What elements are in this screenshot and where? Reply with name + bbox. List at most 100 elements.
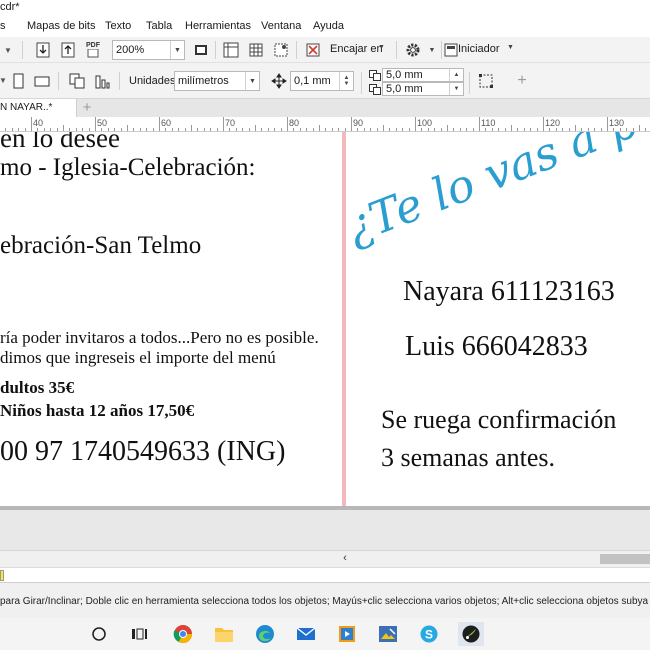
add-icon[interactable]: + [513,71,531,91]
chrome-icon[interactable] [170,622,196,646]
zoom-level-combo[interactable]: 200% ▼ [112,40,185,60]
ruler-tick [453,128,454,131]
menu-bitmaps[interactable]: Mapas de bits [27,20,95,32]
menu-help[interactable]: Ayuda [313,20,344,32]
menu-text[interactable]: Texto [105,20,131,32]
photo-app-icon[interactable] [375,622,401,646]
skype-icon[interactable]: S [416,622,442,646]
launcher-dropdown[interactable]: Iniciador ▼ [438,40,518,60]
snap-off-button[interactable] [303,40,323,60]
ruler-tick [18,128,19,131]
menu-tools[interactable]: Herramientas [185,20,251,32]
ruler-tick [281,128,282,131]
chevron-down-icon: ▼ [245,72,259,90]
ruler-tick [357,128,358,131]
contact-luis[interactable]: Luis 666042833 [405,331,588,363]
duplicate-distance-y-field[interactable]: 5,0 mm ▼ [382,82,464,96]
ruler-tick [409,128,410,131]
import-button[interactable] [33,40,53,60]
left-text-line-8[interactable]: 00 97 1740549633 (ING) [0,436,285,468]
gear-icon [406,43,420,57]
show-rulers-button[interactable] [221,40,241,60]
horizontal-scrollbar[interactable]: ‹ [0,550,650,567]
portrait-button[interactable] [8,71,28,91]
file-explorer-icon[interactable] [211,622,237,646]
ruler-tick [89,128,90,131]
spinner-icon[interactable]: ▲ [449,69,463,81]
nudge-distance-field[interactable]: 0,1 mm ▲ ▼ [290,71,354,91]
treat-as-filled-button[interactable] [476,71,496,91]
ruler-tick [396,128,397,131]
ruler-tick [633,128,634,131]
left-text-line-2[interactable]: mo - Iglesia-Celebración: [0,154,255,182]
drawing-canvas[interactable]: en lo desee mo - Iglesia-Celebración: eb… [0,132,650,510]
search-circle-icon[interactable] [86,622,112,646]
color-swatch[interactable] [0,570,4,581]
ruler-tick [389,128,390,131]
dropdown-arrow-icon[interactable]: ▼ [0,71,7,89]
ruler-tick [82,128,83,131]
spinner-icon[interactable]: ▲ ▼ [339,72,353,90]
ruler-tick [268,128,269,131]
landscape-button[interactable] [32,71,52,91]
left-text-line-7[interactable]: Niños hasta 12 años 17,50€ [0,401,194,421]
ruler-label: 110 [481,118,496,128]
media-player-icon[interactable] [334,622,360,646]
mail-icon[interactable] [293,622,319,646]
ruler-tick [364,128,365,131]
task-view-icon[interactable] [126,622,152,646]
ruler-tick [197,128,198,131]
show-guidelines-button[interactable] [271,40,291,60]
ruler-tick [415,117,416,131]
all-pages-button[interactable] [67,71,87,91]
property-bar: ▼ Unidades: milímetros ▼ 0,1 mm ▲ ▼ 5,0 m… [0,63,650,99]
current-page-icon [95,75,110,89]
document-tab-bar: N NAYAR..* + [0,99,650,117]
confirmation-note-line-1[interactable]: Se ruega confirmación [381,405,616,435]
title-bar: cdr* [0,0,650,17]
left-text-line-1[interactable]: en lo desee [0,132,120,154]
publish-pdf-button[interactable]: PDF [82,40,104,60]
menu-table[interactable]: Tabla [146,20,172,32]
left-text-line-6[interactable]: dultos 35€ [0,378,74,398]
confirmation-note-line-2[interactable]: 3 semanas antes. [381,443,555,473]
ruler-label: 40 [33,118,44,128]
document-tab[interactable]: N NAYAR..* [0,99,77,117]
desktop-area[interactable] [0,510,650,550]
menu-item-partial[interactable]: s [0,20,6,32]
full-screen-button[interactable] [191,40,211,60]
dropdown-arrow-icon[interactable]: ▼ [0,41,16,59]
left-text-line-5[interactable]: dimos que ingreseis el importe del menú [0,348,276,368]
ruler-tick [25,128,26,131]
pdf-label: PDF [86,42,100,49]
left-text-line-3[interactable]: ebración-San Telmo [0,232,201,260]
script-heading[interactable]: ¿Te lo vas a perder? [352,132,650,262]
chevron-down-icon: ▼ [378,44,385,51]
options-chevron-icon[interactable]: ▼ [425,42,439,58]
export-button[interactable] [58,40,78,60]
options-button[interactable] [403,40,423,60]
scrollbar-thumb[interactable] [600,554,650,564]
edge-icon[interactable] [252,622,278,646]
pdf-doc-icon [87,49,99,58]
svg-text:S: S [425,628,433,642]
ruler-tick [421,128,422,131]
guidelines-icon [274,43,288,57]
units-combo[interactable]: milímetros ▼ [174,71,260,91]
current-page-button[interactable] [92,71,112,91]
ruler-tick [306,128,307,131]
landscape-page-icon [34,76,50,87]
scroll-left-arrow-icon[interactable]: ‹ [338,551,352,567]
ruler-tick [479,117,480,131]
show-grid-button[interactable] [246,40,266,60]
horizontal-ruler[interactable]: 40 50 60 70 80 90 100 110 120 130 [0,117,650,132]
menu-window[interactable]: Ventana [261,20,301,32]
new-tab-plus-icon[interactable]: + [79,100,95,116]
contact-nayara[interactable]: Nayara 611123163 [403,276,615,308]
ruler-tick [319,125,320,131]
coreldraw-icon[interactable] [458,622,484,646]
left-text-line-4[interactable]: ría poder invitaros a todos...Pero no es… [0,328,319,348]
spinner-icon[interactable]: ▼ [449,83,463,95]
snap-to-dropdown[interactable]: Encajar en ▼ [328,40,390,60]
duplicate-distance-x-field[interactable]: 5,0 mm ▲ [382,68,464,82]
